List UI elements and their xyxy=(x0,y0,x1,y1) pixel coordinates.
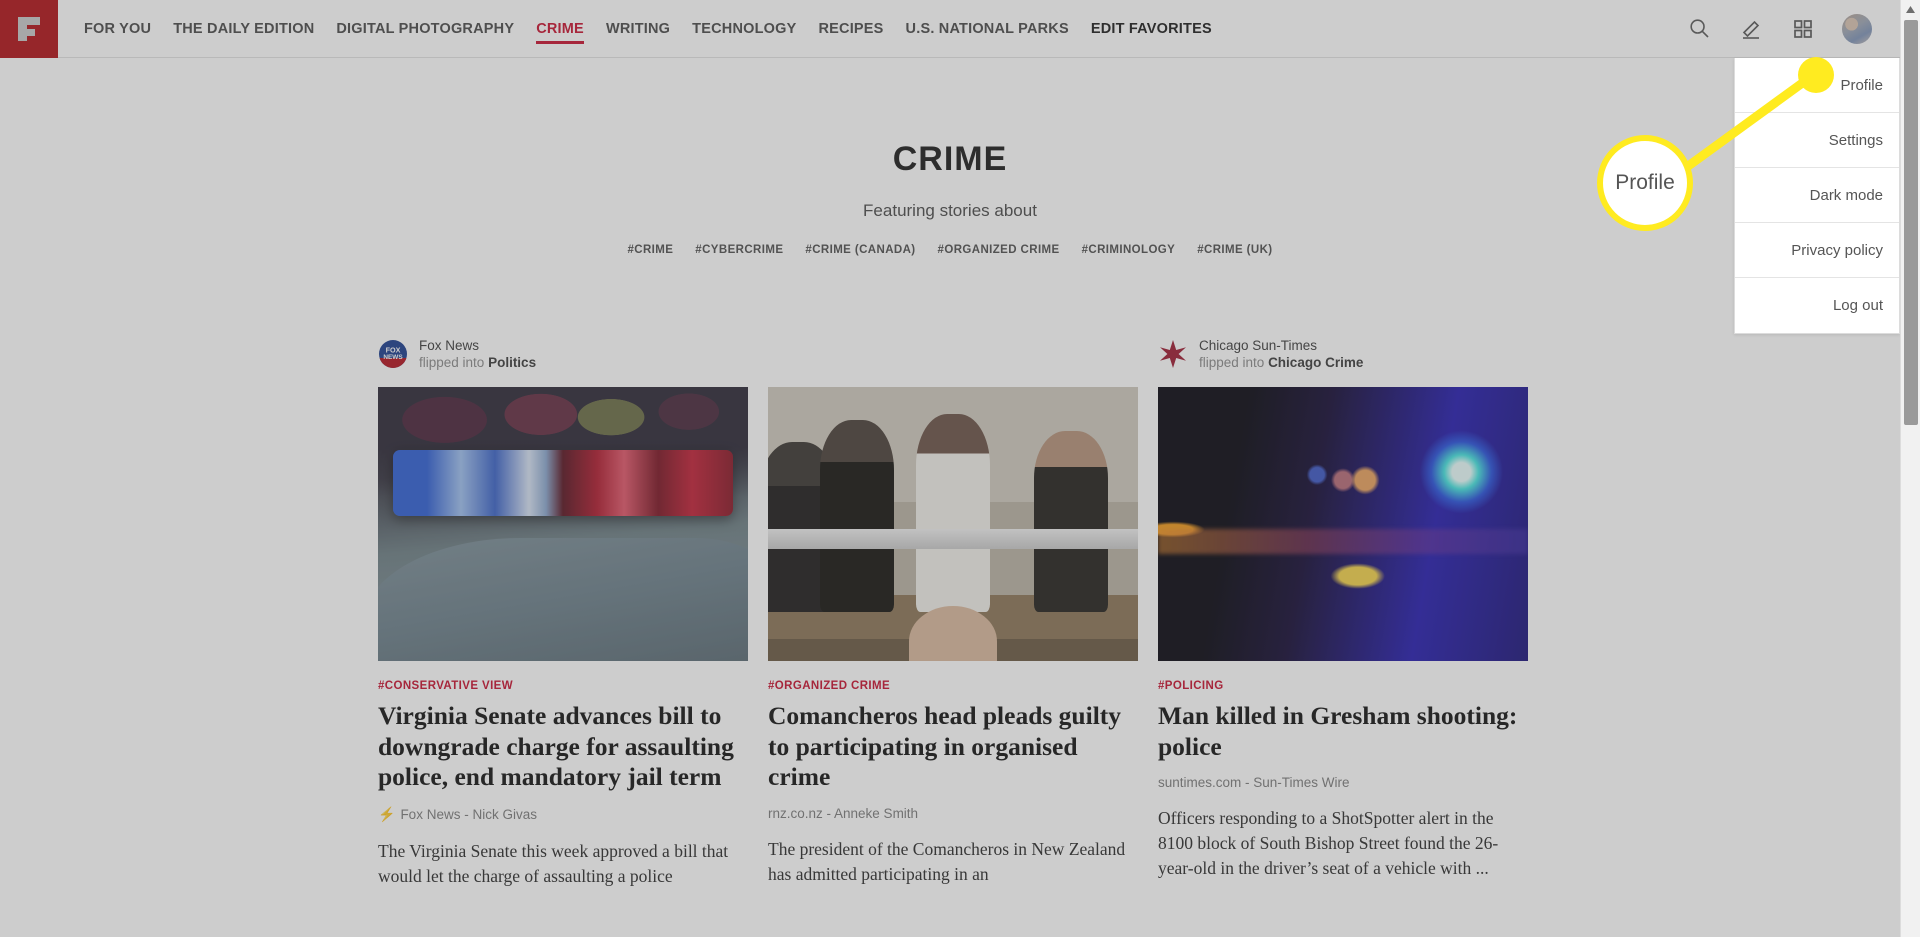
nav-item-recipes[interactable]: RECIPES xyxy=(818,0,883,58)
card-topic-tag[interactable]: #ORGANIZED CRIME xyxy=(768,680,1138,692)
nav-item-technology[interactable]: TECHNOLOGY xyxy=(692,0,796,58)
card-topic-tag[interactable]: #CONSERVATIVE VIEW xyxy=(378,680,748,692)
magazine-tag[interactable]: #CRIME (UK) xyxy=(1197,244,1272,256)
svg-text:FOX: FOX xyxy=(386,345,401,354)
article-card: FOX NEWS Fox News flipped into Politics xyxy=(378,334,748,888)
magazine-tag-list: #CRIME #CYBERCRIME #CRIME (CANADA) #ORGA… xyxy=(0,244,1900,256)
main-content: CRIME Featuring stories about #CRIME #CY… xyxy=(0,58,1900,937)
night-police-lights-photo[interactable] xyxy=(1158,387,1528,661)
chicago-sun-times-star-icon xyxy=(1158,339,1188,369)
article-card-list: FOX NEWS Fox News flipped into Politics xyxy=(0,334,1900,888)
flipped-prefix: flipped into xyxy=(1199,355,1269,370)
magazine-header: CRIME Featuring stories about #CRIME #CY… xyxy=(0,58,1900,256)
nav-item-the-daily-edition[interactable]: THE DAILY EDITION xyxy=(173,0,314,58)
byline-text: Fox News - Nick Givas xyxy=(400,806,537,822)
flipped-into-magazine[interactable]: Politics xyxy=(488,355,536,370)
page-title: CRIME xyxy=(892,140,1008,178)
card-headline[interactable]: Man killed in Gresham shooting: police xyxy=(1158,701,1528,762)
avatar[interactable] xyxy=(1842,13,1872,44)
svg-text:NEWS: NEWS xyxy=(383,354,403,361)
card-byline: suntimes.com - Sun-Times Wire xyxy=(1158,775,1528,790)
article-card: #ORGANIZED CRIME Comancheros head pleads… xyxy=(768,334,1138,888)
nav-item-writing[interactable]: WRITING xyxy=(606,0,670,58)
byline-text: suntimes.com - Sun-Times Wire xyxy=(1158,775,1350,791)
attribution-flipped: flipped into Politics xyxy=(419,354,536,371)
menu-item-settings[interactable]: Settings xyxy=(1735,113,1899,168)
card-attribution[interactable]: FOX NEWS Fox News flipped into Politics xyxy=(378,334,748,374)
pencil-icon[interactable] xyxy=(1738,16,1764,42)
flipped-into-magazine[interactable]: Chicago Crime xyxy=(1268,355,1363,370)
magazine-subtitle: Featuring stories about xyxy=(863,201,1037,220)
attribution-source: Chicago Sun-Times xyxy=(1199,337,1318,353)
card-attribution-placeholder xyxy=(768,334,1138,374)
nav-item-us-national-parks[interactable]: U.S. NATIONAL PARKS xyxy=(906,0,1069,58)
card-excerpt: The president of the Comancheros in New … xyxy=(768,838,1126,884)
menu-item-profile[interactable]: Profile xyxy=(1735,58,1899,113)
card-byline: rnz.co.nz - Anneke Smith xyxy=(768,806,1138,821)
nav-item-digital-photography[interactable]: DIGITAL PHOTOGRAPHY xyxy=(336,0,514,58)
card-excerpt: The Virginia Senate this week approved a… xyxy=(378,840,729,886)
article-card: Chicago Sun-Times flipped into Chicago C… xyxy=(1158,334,1528,888)
attribution-text: Fox News flipped into Politics xyxy=(419,337,536,372)
search-icon[interactable] xyxy=(1686,16,1712,42)
magazine-tag[interactable]: #CRIME xyxy=(627,244,673,256)
nav-item-for-you[interactable]: FOR YOU xyxy=(84,0,151,58)
nav-item-list: FOR YOU THE DAILY EDITION DIGITAL PHOTOG… xyxy=(84,0,1212,58)
scroll-up-arrow-icon[interactable] xyxy=(1901,0,1920,18)
nav-item-crime[interactable]: CRIME xyxy=(536,0,584,58)
card-headline[interactable]: Comancheros head pleads guilty to partic… xyxy=(768,701,1138,793)
card-headline[interactable]: Virginia Senate advances bill to downgra… xyxy=(378,701,748,793)
attribution-flipped: flipped into Chicago Crime xyxy=(1199,354,1363,371)
attribution-text: Chicago Sun-Times flipped into Chicago C… xyxy=(1199,337,1363,372)
magazine-tag[interactable]: #CRIMINOLOGY xyxy=(1082,244,1176,256)
fox-news-logo-icon: FOX NEWS xyxy=(378,339,408,369)
magazine-tag[interactable]: #CYBERCRIME xyxy=(695,244,783,256)
police-car-lightbar-photo[interactable] xyxy=(378,387,748,661)
nav-item-edit-favorites[interactable]: EDIT FAVORITES xyxy=(1091,0,1212,58)
card-excerpt: Officers responding to a ShotSpotter ale… xyxy=(1158,808,1499,878)
byline-text: rnz.co.nz - Anneke Smith xyxy=(768,805,919,821)
menu-item-log-out[interactable]: Log out xyxy=(1735,278,1899,333)
magazine-tag[interactable]: #ORGANIZED CRIME xyxy=(938,244,1060,256)
card-byline: ⚡ Fox News - Nick Givas xyxy=(378,806,748,823)
card-topic-tag[interactable]: #POLICING xyxy=(1158,680,1528,692)
card-attribution[interactable]: Chicago Sun-Times flipped into Chicago C… xyxy=(1158,334,1528,374)
header-actions xyxy=(1686,13,1900,44)
flipped-prefix: flipped into xyxy=(419,355,489,370)
menu-item-dark-mode[interactable]: Dark mode xyxy=(1735,168,1899,223)
vertical-scrollbar[interactable] xyxy=(1900,0,1920,937)
magazine-tag[interactable]: #CRIME (CANADA) xyxy=(805,244,915,256)
flipboard-logo-icon[interactable] xyxy=(0,0,58,58)
attribution-source: Fox News xyxy=(419,337,480,353)
page-root: CRIME Featuring stories about #CRIME #CY… xyxy=(0,0,1920,937)
menu-item-privacy-policy[interactable]: Privacy policy xyxy=(1735,223,1899,278)
top-navigation-bar: FOR YOU THE DAILY EDITION DIGITAL PHOTOG… xyxy=(0,0,1900,58)
lightning-bolt-icon: ⚡ xyxy=(378,805,396,822)
courtroom-defendants-photo[interactable] xyxy=(768,387,1138,661)
grid-icon[interactable] xyxy=(1790,16,1816,42)
profile-dropdown-menu: Profile Settings Dark mode Privacy polic… xyxy=(1734,58,1900,334)
scrollbar-thumb[interactable] xyxy=(1904,20,1918,425)
